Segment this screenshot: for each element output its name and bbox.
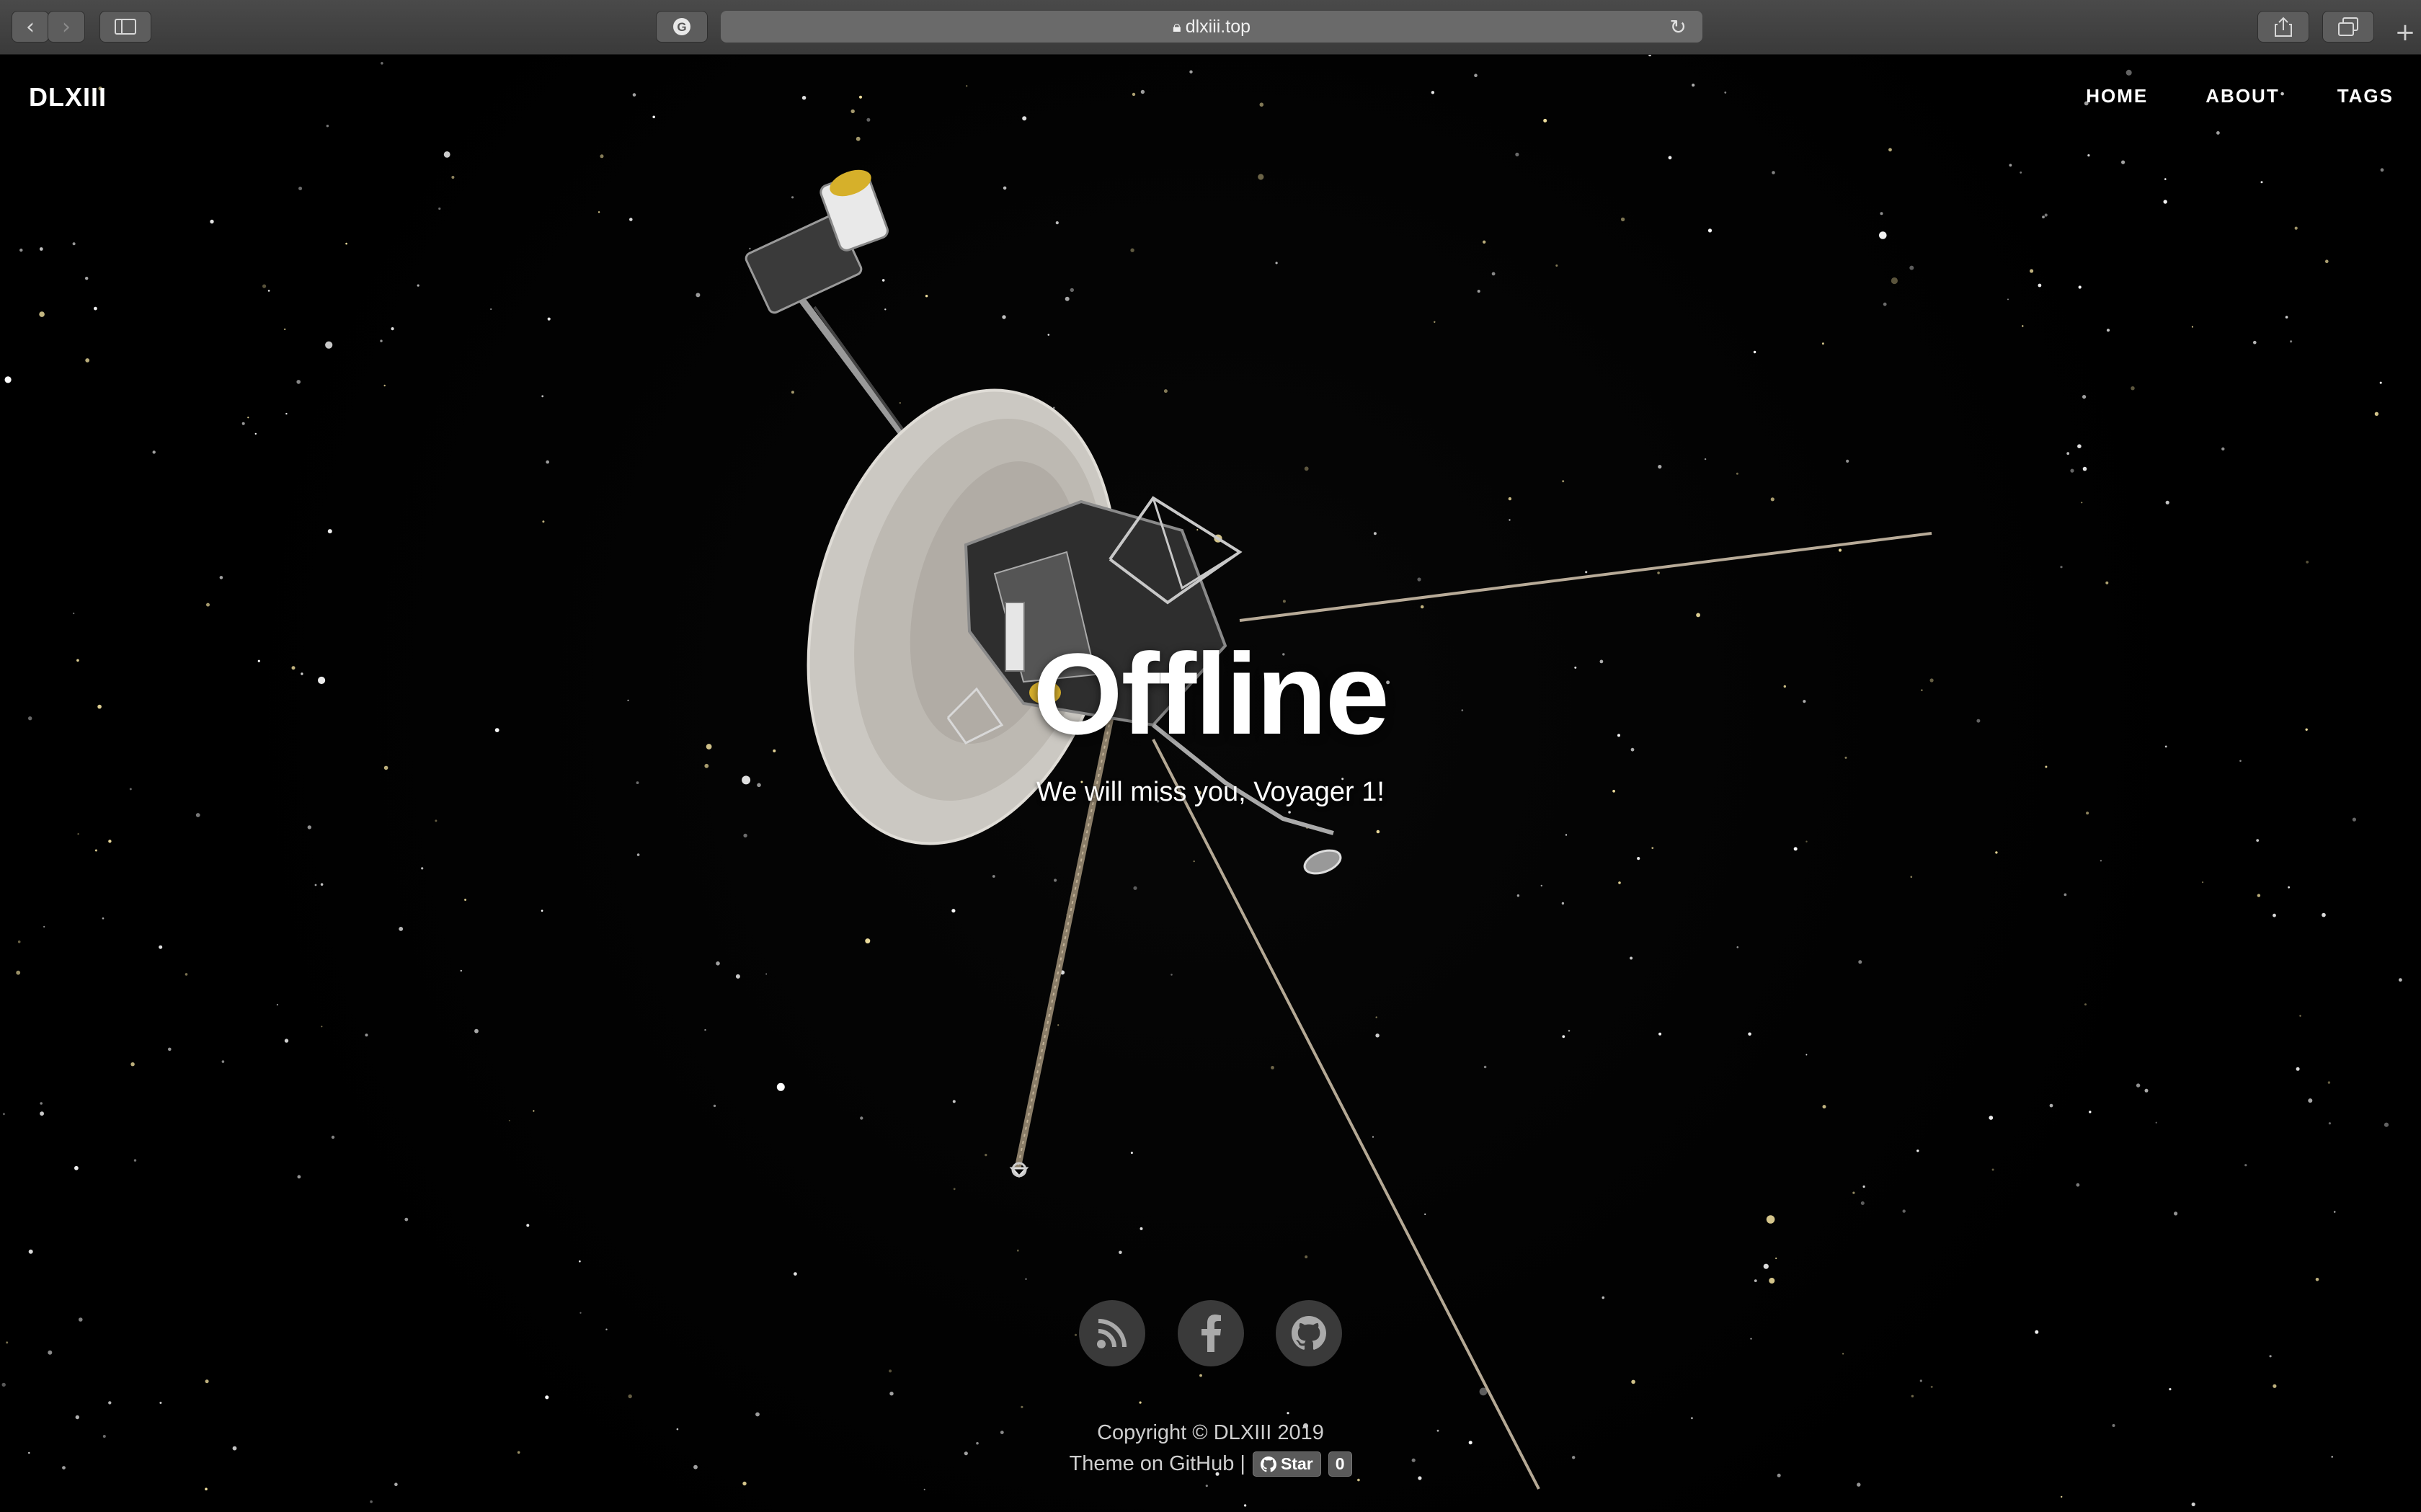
address-bar[interactable]: 🔒︎ dlxiii.top ↻ xyxy=(721,11,1702,43)
web-page: DLXIII HOME ABOUT TAGS Offline We will m… xyxy=(0,55,2421,1512)
sidebar-button[interactable] xyxy=(99,11,151,43)
forward-button[interactable]: › xyxy=(48,11,85,43)
plus-icon: + xyxy=(2394,18,2416,47)
github-link[interactable] xyxy=(1276,1300,1342,1366)
site-navigation: HOME ABOUT TAGS xyxy=(2086,85,2394,107)
browser-toolbar: ‹ › G 🔒︎ dlxiii.top ↻ + xyxy=(0,0,2421,55)
nav-home-link[interactable]: HOME xyxy=(2086,85,2148,107)
github-icon xyxy=(1292,1316,1326,1350)
url-text: dlxiii.top xyxy=(1185,16,1251,37)
chevron-left-icon: ‹ xyxy=(26,14,35,40)
copyright-text: Copyright © DLXIII 2019 xyxy=(1097,1421,1324,1444)
github-star-button[interactable]: Star xyxy=(1252,1451,1321,1477)
github-icon xyxy=(1260,1456,1276,1472)
rss-icon xyxy=(1097,1319,1127,1348)
rss-link[interactable] xyxy=(1079,1300,1145,1366)
site-brand-logo[interactable]: DLXIII xyxy=(29,82,107,112)
page-subtitle: We will miss you, Voyager 1! xyxy=(1036,777,1385,807)
facebook-link[interactable] xyxy=(1178,1300,1244,1366)
theme-credit: Theme on GitHub | Star 0 xyxy=(0,1451,2421,1477)
back-button[interactable]: ‹ xyxy=(12,11,49,43)
star-label: Star xyxy=(1280,1454,1313,1473)
share-icon xyxy=(2275,17,2292,37)
tabs-overview-button[interactable] xyxy=(2322,11,2374,43)
grammarly-extension-button[interactable]: G xyxy=(656,11,708,43)
theme-github-link[interactable]: Theme on GitHub | xyxy=(1069,1452,1245,1476)
lock-icon: 🔒︎ xyxy=(1172,17,1181,36)
new-tab-button[interactable]: + xyxy=(2391,18,2419,47)
chevron-right-icon: › xyxy=(62,14,71,40)
nav-tags-link[interactable]: TAGS xyxy=(2337,85,2394,107)
page-title: Offline xyxy=(1033,629,1390,758)
grammarly-icon: G xyxy=(673,18,690,35)
sidebar-icon xyxy=(115,19,136,35)
reload-icon[interactable]: ↻ xyxy=(1670,15,1687,39)
tabs-overview-icon xyxy=(2338,17,2358,36)
share-button[interactable] xyxy=(2257,11,2309,43)
facebook-icon xyxy=(1201,1315,1221,1352)
star-count-badge[interactable]: 0 xyxy=(1328,1451,1352,1477)
nav-about-link[interactable]: ABOUT xyxy=(2205,85,2279,107)
svg-text:G: G xyxy=(677,20,686,34)
